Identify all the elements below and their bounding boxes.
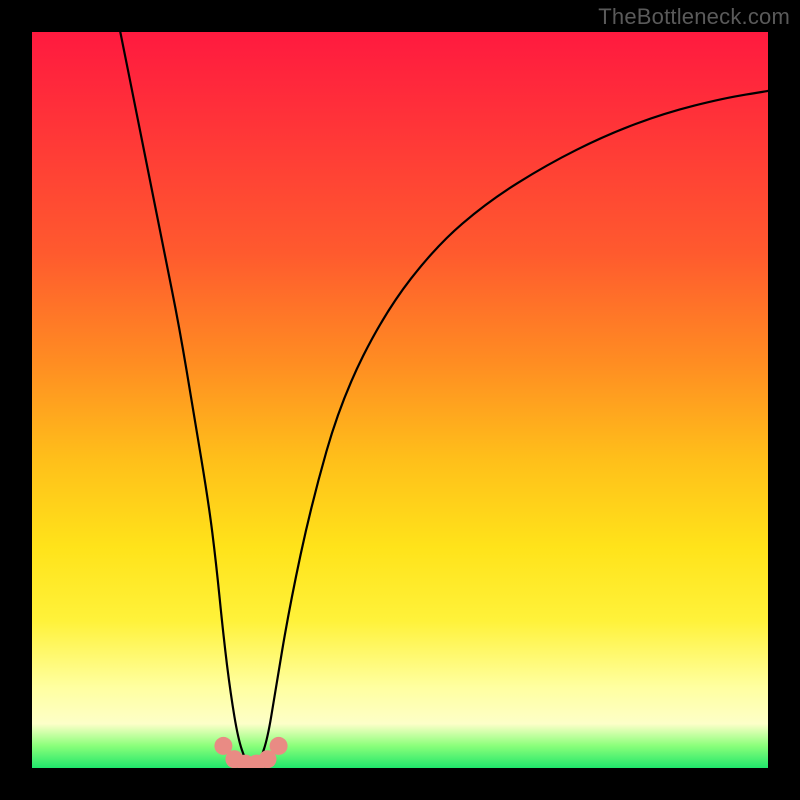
plot-area xyxy=(32,32,768,768)
curve-markers xyxy=(214,737,287,768)
bottleneck-curve-path xyxy=(120,32,768,763)
watermark-text: TheBottleneck.com xyxy=(598,4,790,30)
curve-svg xyxy=(32,32,768,768)
curve-marker xyxy=(270,737,288,755)
chart-frame: TheBottleneck.com xyxy=(0,0,800,800)
